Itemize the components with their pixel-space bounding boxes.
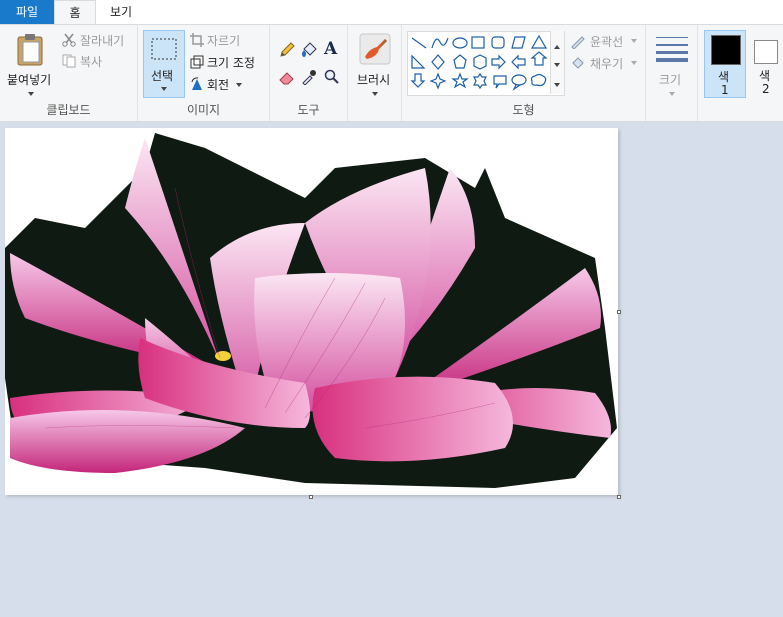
outline-dropdown-icon — [631, 39, 637, 43]
shapes-group-label: 도형 — [512, 103, 535, 117]
scroll-down-icon[interactable] — [554, 63, 560, 67]
tools-group: A 도구 — [270, 25, 348, 121]
outline-button[interactable]: 윤곽선 — [590, 33, 623, 50]
select-rectangle-icon — [151, 38, 177, 60]
shapes-group: 윤곽선 채우기 도형 — [402, 25, 646, 121]
image-group: 선택 자르기 크기 조정 회전 이미지 — [138, 25, 270, 121]
image-group-label: 이미지 — [186, 103, 221, 117]
shapes-gallery — [407, 31, 565, 96]
tab-home[interactable]: 홈 — [54, 0, 96, 24]
crop-button[interactable]: 자르기 — [207, 32, 240, 49]
ribbon-tab-bar: 파일 홈 보기 — [0, 0, 783, 24]
color1-swatch — [711, 35, 741, 65]
fill-button[interactable]: 채우기 — [590, 55, 623, 72]
tab-view[interactable]: 보기 — [98, 0, 144, 24]
brushes-label: 브러시 — [357, 73, 391, 87]
brushes-group: 브러시 — [348, 25, 402, 121]
size-group: 크기 — [646, 25, 698, 121]
paste-label: 붙여넣기 — [7, 73, 52, 87]
line-width-icon — [656, 37, 688, 62]
resize-handle-right[interactable] — [617, 310, 621, 314]
rotate-button[interactable]: 회전 — [207, 76, 229, 93]
select-dropdown-icon — [161, 87, 167, 91]
color2-swatch — [754, 40, 778, 64]
copy-button[interactable]: 복사 — [80, 53, 102, 70]
shapes-gallery-icons[interactable] — [408, 32, 564, 95]
paste-dropdown-icon — [28, 92, 34, 96]
cut-button[interactable]: 잘라내기 — [80, 32, 124, 49]
resize-button[interactable]: 크기 조정 — [207, 54, 255, 71]
color-picker-icon[interactable] — [301, 69, 317, 85]
size-dropdown-icon — [669, 92, 675, 96]
tab-file[interactable]: 파일 — [0, 0, 54, 24]
size-button[interactable]: 크기 — [650, 29, 694, 99]
brushes-dropdown-icon — [372, 92, 378, 96]
crop-icon — [190, 33, 204, 47]
magnifier-icon[interactable] — [324, 69, 340, 85]
pencil-icon[interactable] — [278, 41, 296, 59]
brush-icon — [359, 33, 391, 65]
resize-handle-bottom[interactable] — [309, 495, 313, 499]
shapes-scrollbar[interactable] — [550, 31, 564, 94]
ribbon: 붙여넣기 잘라내기 복사 클립보드 선택 자르기 크기 조정 회전 이미지 A … — [0, 24, 783, 122]
resize-icon — [190, 55, 204, 69]
scroll-up-icon[interactable] — [554, 45, 560, 49]
fill-dropdown-icon — [631, 61, 637, 65]
lotus-image — [5, 133, 617, 488]
outline-icon — [571, 36, 585, 49]
gallery-expand-icon[interactable] — [554, 83, 560, 87]
color1-button[interactable]: 색 1 — [704, 30, 746, 98]
size-label: 크기 — [659, 73, 682, 87]
clipboard-group-label: 클립보드 — [46, 103, 91, 117]
brushes-button[interactable]: 브러시 — [350, 29, 400, 99]
rotate-dropdown-icon — [236, 83, 242, 87]
resize-handle-corner[interactable] — [617, 495, 621, 499]
rotate-icon — [191, 77, 202, 90]
cut-icon — [62, 33, 76, 47]
select-button[interactable]: 선택 — [143, 30, 185, 98]
paste-icon — [17, 34, 43, 66]
tools-group-label: 도구 — [297, 103, 320, 117]
fill-icon — [572, 57, 584, 69]
paste-button[interactable]: 붙여넣기 — [4, 29, 56, 99]
clipboard-group: 붙여넣기 잘라내기 복사 클립보드 — [0, 25, 138, 121]
canvas-area — [0, 122, 783, 617]
color2-button[interactable]: 색 2 — [750, 30, 783, 98]
copy-icon — [62, 54, 76, 68]
fill-bucket-icon[interactable] — [300, 41, 318, 59]
color2-number: 2 — [762, 82, 770, 96]
eraser-icon[interactable] — [278, 69, 296, 85]
select-label: 선택 — [151, 69, 174, 83]
drawing-canvas[interactable] — [5, 128, 618, 495]
text-icon[interactable]: A — [324, 39, 337, 59]
color1-number: 1 — [721, 83, 729, 97]
